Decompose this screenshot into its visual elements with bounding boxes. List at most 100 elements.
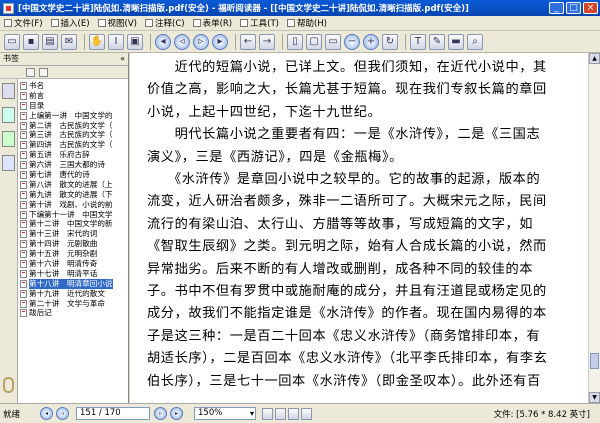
- menu-help[interactable]: 帮助(H): [286, 17, 327, 29]
- menu-insert[interactable]: 插入(E): [50, 17, 90, 29]
- vertical-scrollbar[interactable]: ▲ ▼: [588, 53, 600, 403]
- next-page-icon[interactable]: ▹: [193, 33, 209, 50]
- forward-icon[interactable]: →: [259, 33, 275, 50]
- bookmark-page-icon: [20, 279, 27, 288]
- bookmark-item[interactable]: 第二十讲 文学与革命: [20, 299, 128, 309]
- bookmark-item[interactable]: 第十九讲 近代的散文: [20, 289, 128, 299]
- close-button[interactable]: ×: [583, 2, 598, 14]
- text-line: 胡适长序），二是百回本《忠义水浒传》（北平李氏排印本，有李玄: [147, 351, 548, 367]
- bookmark-item[interactable]: 第五讲 乐府古辞: [20, 150, 128, 160]
- email-icon[interactable]: ✉: [61, 33, 77, 50]
- bookmark-item[interactable]: 第十七讲 明清平话: [20, 269, 128, 279]
- status-first-page-icon[interactable]: ◂: [40, 407, 53, 420]
- toolbar-separator: [84, 33, 85, 50]
- bookmark-item[interactable]: 第十四讲 元剧散曲: [20, 239, 128, 249]
- tools-menu-icon: [240, 19, 249, 27]
- bookmark-label: 第十四讲 元剧散曲: [29, 239, 98, 249]
- form-menu-icon: [192, 19, 201, 27]
- status-next-page-icon[interactable]: ▹: [154, 407, 167, 420]
- select-text-icon[interactable]: I: [108, 33, 124, 50]
- scroll-down-icon[interactable]: ▼: [589, 392, 600, 403]
- save-icon[interactable]: ▪: [23, 33, 39, 50]
- bookmark-item[interactable]: 第十三讲 宋代的词: [20, 229, 128, 239]
- hand-tool-icon[interactable]: ✋: [89, 33, 105, 50]
- layers-tab-icon[interactable]: [2, 131, 15, 147]
- status-last-page-icon[interactable]: ▸: [170, 407, 183, 420]
- continuous-view-icon[interactable]: [275, 407, 286, 420]
- maximize-button[interactable]: □: [566, 2, 581, 14]
- print-icon[interactable]: ▤: [42, 33, 58, 50]
- bookmark-item[interactable]: 书名: [20, 81, 128, 91]
- bookmark-item[interactable]: 第九讲 散文的进展（下: [20, 190, 128, 200]
- pages-tab-icon[interactable]: [2, 107, 15, 123]
- bookmark-page-icon: [20, 289, 27, 298]
- actual-size-icon[interactable]: ▯: [287, 33, 303, 50]
- status-previous-page-icon[interactable]: ◃: [56, 407, 69, 420]
- bookmark-item[interactable]: 第六讲 三国大都的诗: [20, 160, 128, 170]
- zoom-out-icon[interactable]: −: [344, 33, 360, 50]
- fit-width-icon[interactable]: ▭: [325, 33, 341, 50]
- zoom-select[interactable]: 150%: [194, 407, 256, 420]
- minimize-button[interactable]: _: [549, 2, 564, 14]
- document-view[interactable]: 近代的短篇小说，已详上文。但我们须知，在近代小说中，其 价值之高，影响之大，长篇尤…: [130, 53, 588, 403]
- file-menu-icon: [4, 19, 12, 27]
- bookmark-label: 第三讲 古民族的文学（: [29, 130, 113, 140]
- open-icon[interactable]: ▭: [4, 33, 20, 50]
- window-controls: _ □ ×: [549, 2, 598, 14]
- bookmark-options-icon[interactable]: [39, 67, 48, 77]
- search-icon[interactable]: ⌕: [467, 33, 483, 50]
- scroll-up-icon[interactable]: ▲: [589, 53, 600, 64]
- menu-form[interactable]: 表单(R): [192, 17, 232, 29]
- single-page-view-icon[interactable]: [262, 407, 273, 420]
- text-line: 子。书中不但有罗贯中或施耐庵的成分，并且有汪道昆或杨定见的: [147, 284, 547, 300]
- bookmark-page-icon: [20, 210, 27, 219]
- bookmark-item[interactable]: 上编第一讲 中国文学的: [20, 111, 128, 121]
- bookmark-item[interactable]: 第十二讲 中国文学的新: [20, 219, 128, 229]
- text-line: 子是这三种：一是百二十回本《忠义水浒传》（商务馆排印本，有: [147, 328, 541, 344]
- collapse-panel-icon[interactable]: «: [120, 53, 125, 65]
- bookmark-item[interactable]: 前言: [20, 91, 128, 101]
- bookmark-item[interactable]: 第十讲 戏剧、小说的前: [20, 200, 128, 210]
- fit-page-icon[interactable]: ▢: [306, 33, 322, 50]
- bookmark-item[interactable]: 第八讲 散文的进展（上: [20, 180, 128, 190]
- zoom-in-icon[interactable]: +: [363, 33, 379, 50]
- highlight-icon[interactable]: ▬: [448, 33, 464, 50]
- continuous-facing-view-icon[interactable]: [301, 407, 312, 420]
- bookmark-item[interactable]: 第十五讲 元明杂剧: [20, 249, 128, 259]
- typewriter-icon[interactable]: T: [410, 33, 426, 50]
- bookmark-label: 第十九讲 近代的散文: [29, 288, 105, 298]
- bookmark-page-icon: [20, 309, 27, 318]
- bookmarks-tab-icon[interactable]: [2, 83, 15, 99]
- bookmark-item[interactable]: 第十六讲 明清传奇: [20, 259, 128, 269]
- delete-bookmark-icon[interactable]: [26, 67, 35, 77]
- last-page-icon[interactable]: ▸: [212, 33, 228, 50]
- snapshot-icon[interactable]: ▣: [127, 33, 143, 50]
- text-line: 流变，近人研治者颇多，殊非一二语所可了。大概宋元之际，民间: [147, 194, 547, 210]
- menu-view[interactable]: 视图(V): [97, 17, 137, 29]
- bookmark-item[interactable]: 第七讲 唐代的诗: [20, 170, 128, 180]
- bookmark-item[interactable]: 第二讲 古民族的文学（: [20, 121, 128, 131]
- bookmark-page-icon: [20, 269, 27, 278]
- scroll-thumb[interactable]: [590, 353, 599, 369]
- bookmark-item[interactable]: 跋后记: [20, 308, 128, 318]
- bookmark-item[interactable]: 第十八讲 明清章回小说: [20, 278, 128, 289]
- attachments-clip-icon[interactable]: [3, 377, 14, 393]
- previous-page-icon[interactable]: ◃: [174, 33, 190, 50]
- bookmark-item[interactable]: 目录: [20, 101, 128, 111]
- page-number-field[interactable]: 151 / 170: [76, 407, 150, 420]
- bookmark-item[interactable]: 下编第十一讲 中国文学: [20, 210, 128, 220]
- first-page-icon[interactable]: ◂: [155, 33, 171, 50]
- note-icon[interactable]: ✎: [429, 33, 445, 50]
- facing-view-icon[interactable]: [288, 407, 299, 420]
- bookmark-item[interactable]: 第三讲 古民族的文学（: [20, 130, 128, 140]
- menu-comment[interactable]: 注释(C): [145, 17, 185, 29]
- bookmark-item[interactable]: 第四讲 古民族的文学（: [20, 140, 128, 150]
- menu-bar: 文件(F) 插入(E) 视图(V) 注释(C) 表单(R) 工具(T) 帮助(H…: [0, 16, 600, 31]
- back-icon[interactable]: ←: [240, 33, 256, 50]
- rotate-icon[interactable]: ↻: [382, 33, 398, 50]
- menu-file[interactable]: 文件(F): [4, 17, 43, 29]
- bookmark-page-icon: [20, 131, 27, 140]
- bookmark-label: 上编第一讲 中国文学的: [29, 110, 113, 120]
- comments-tab-icon[interactable]: [2, 155, 15, 171]
- menu-tools[interactable]: 工具(T): [240, 17, 279, 29]
